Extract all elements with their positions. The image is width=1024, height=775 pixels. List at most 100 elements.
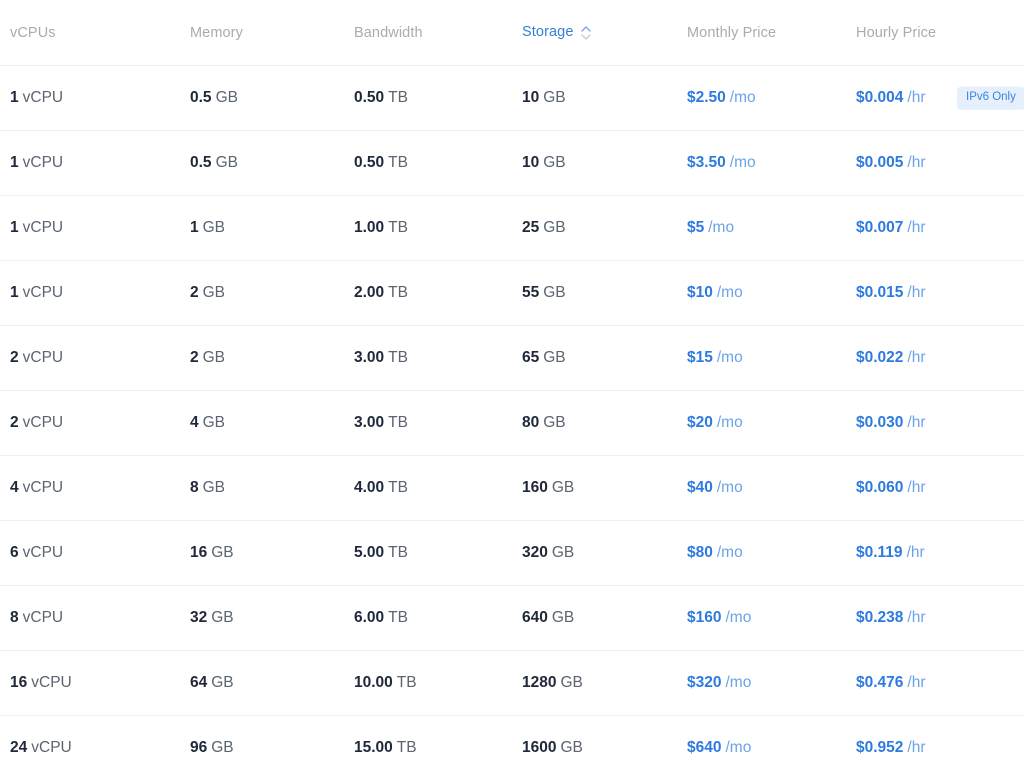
cell-memory: 0.5GB [190,90,238,106]
table-row[interactable]: 24vCPU96GB15.00TB1600GB$640/mo$0.952/hr [0,715,1024,775]
cell-vcpus-unit: vCPU [23,284,63,301]
cell-vcpus-unit: vCPU [23,89,63,106]
column-header-label: Storage [522,25,574,40]
table-row[interactable]: 1vCPU1GB1.00TB25GB$5/mo$0.007/hr [0,195,1024,260]
column-header-vcpus[interactable]: vCPUs [10,25,56,40]
cell-memory: 8GB [190,480,225,496]
cell-vcpus-value: 16 [10,674,27,691]
table-row[interactable]: 6vCPU16GB5.00TB320GB$80/mo$0.119/hr [0,520,1024,585]
cell-vcpus: 1vCPU [10,155,63,171]
cell-monthly-price-value: $80 [687,544,713,561]
column-header-label: Memory [190,24,243,40]
cell-vcpus-value: 2 [10,414,19,431]
cell-hourly-price-unit: /hr [907,609,925,626]
cell-hourly-price: $0.238/hr [856,610,926,626]
cell-hourly-price-unit: /hr [907,154,925,171]
cell-bandwidth-unit: TB [397,674,417,691]
table-row[interactable]: 1vCPU2GB2.00TB55GB$10/mo$0.015/hr [0,260,1024,325]
cell-memory: 16GB [190,545,234,561]
cell-vcpus: 8vCPU [10,610,63,626]
cell-bandwidth-value: 10.00 [354,674,393,691]
column-header-hourly[interactable]: Hourly Price [856,25,936,40]
cell-vcpus-value: 1 [10,154,19,171]
table-row[interactable]: 8vCPU32GB6.00TB640GB$160/mo$0.238/hr [0,585,1024,650]
cell-monthly-price-unit: /mo [725,609,751,626]
cell-storage-unit: GB [552,479,574,496]
table-row[interactable]: 2vCPU2GB3.00TB65GB$15/mo$0.022/hr [0,325,1024,390]
cell-vcpus-value: 1 [10,219,19,236]
cell-storage-unit: GB [543,219,565,236]
cell-vcpus: 1vCPU [10,90,63,106]
chevron-up-down-icon[interactable] [581,25,591,41]
cell-bandwidth-unit: TB [388,89,408,106]
cell-vcpus: 24vCPU [10,740,72,756]
cell-monthly-price-value: $5 [687,219,704,236]
cell-memory: 96GB [190,740,234,756]
cell-storage-value: 1600 [522,739,556,756]
cell-monthly-price-unit: /mo [717,414,743,431]
cell-storage-value: 640 [522,609,548,626]
cell-bandwidth: 3.00TB [354,415,408,431]
cell-vcpus: 4vCPU [10,480,63,496]
cell-memory-unit: GB [211,739,233,756]
cell-monthly-price: $5/mo [687,220,734,236]
cell-hourly-price-unit: /hr [907,219,925,236]
cell-vcpus-unit: vCPU [23,609,63,626]
cell-bandwidth-unit: TB [388,479,408,496]
cell-monthly-price-unit: /mo [725,674,751,691]
cell-memory-value: 16 [190,544,207,561]
column-header-memory[interactable]: Memory [190,25,243,40]
cell-vcpus-unit: vCPU [23,219,63,236]
cell-monthly-price: $160/mo [687,610,751,626]
table-row[interactable]: 1vCPU0.5GB0.50TB10GB$2.50/mo$0.004/hrIPv… [0,65,1024,130]
cell-bandwidth: 6.00TB [354,610,408,626]
cell-vcpus-unit: vCPU [23,349,63,366]
cell-memory: 2GB [190,285,225,301]
cell-hourly-price-value: $0.476 [856,674,903,691]
cell-bandwidth-unit: TB [388,349,408,366]
table-row[interactable]: 1vCPU0.5GB0.50TB10GB$3.50/mo$0.005/hr [0,130,1024,195]
cell-monthly-price-value: $640 [687,739,721,756]
cell-storage-value: 10 [522,89,539,106]
cell-vcpus-value: 24 [10,739,27,756]
table-row[interactable]: 4vCPU8GB4.00TB160GB$40/mo$0.060/hr [0,455,1024,520]
cell-hourly-price-unit: /hr [907,674,925,691]
cell-storage: 640GB [522,610,574,626]
cell-bandwidth-unit: TB [388,284,408,301]
cell-bandwidth-value: 15.00 [354,739,393,756]
cell-monthly-price-value: $3.50 [687,154,726,171]
cell-vcpus: 1vCPU [10,220,63,236]
cell-storage-value: 65 [522,349,539,366]
cell-storage-unit: GB [552,609,574,626]
column-header-monthly[interactable]: Monthly Price [687,25,776,40]
cell-memory-value: 2 [190,349,199,366]
cell-badge: IPv6 Only [957,87,1024,110]
cell-hourly-price: $0.476/hr [856,675,926,691]
table-row[interactable]: 16vCPU64GB10.00TB1280GB$320/mo$0.476/hr [0,650,1024,715]
cell-hourly-price-value: $0.022 [856,349,903,366]
cell-memory: 0.5GB [190,155,238,171]
cell-memory: 1GB [190,220,225,236]
cell-hourly-price-value: $0.060 [856,479,903,496]
cell-vcpus-value: 4 [10,479,19,496]
cell-monthly-price-unit: /mo [717,284,743,301]
table-row[interactable]: 2vCPU4GB3.00TB80GB$20/mo$0.030/hr [0,390,1024,455]
cell-hourly-price-unit: /hr [907,89,925,106]
cell-bandwidth-value: 3.00 [354,414,384,431]
column-header-bandwidth[interactable]: Bandwidth [354,25,423,40]
cell-storage-unit: GB [543,154,565,171]
cell-monthly-price-unit: /mo [708,219,734,236]
cell-bandwidth: 2.00TB [354,285,408,301]
cell-monthly-price: $40/mo [687,480,743,496]
cell-hourly-price-unit: /hr [907,284,925,301]
column-header-storage[interactable]: Storage [522,25,591,41]
cell-bandwidth-unit: TB [388,414,408,431]
cell-bandwidth-unit: TB [388,154,408,171]
cell-hourly-price-value: $0.015 [856,284,903,301]
cell-bandwidth-value: 1.00 [354,219,384,236]
cell-storage: 80GB [522,415,566,431]
cell-memory: 4GB [190,415,225,431]
column-header-label: vCPUs [10,24,56,40]
cell-vcpus-unit: vCPU [31,674,71,691]
cell-storage-unit: GB [552,544,574,561]
